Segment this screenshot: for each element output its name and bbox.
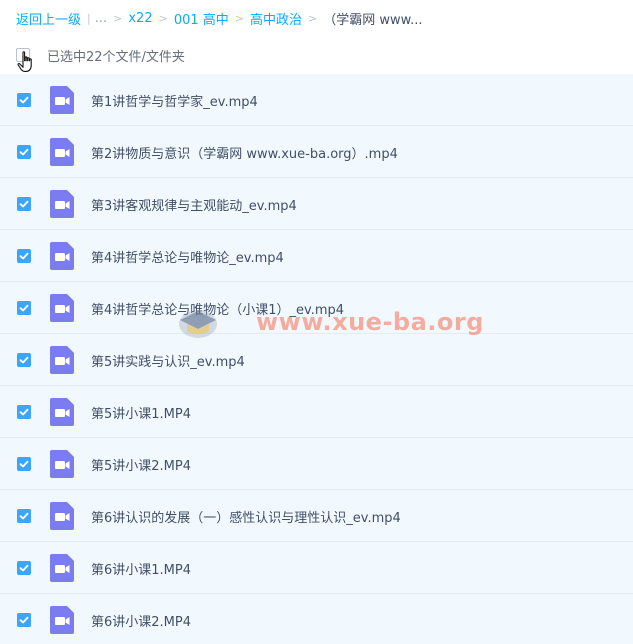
check-icon	[19, 408, 29, 416]
video-file-icon	[50, 346, 74, 374]
check-icon	[19, 356, 29, 364]
breadcrumb: 返回上一级 | ... > x22 > 001 高中 > 高中政治 > （学霸网…	[16, 8, 422, 28]
video-file-icon	[50, 86, 74, 114]
breadcrumb-separator-icon: >	[234, 11, 244, 25]
check-icon	[19, 460, 29, 468]
file-checkbox[interactable]	[17, 561, 31, 575]
breadcrumb-separator-icon: >	[308, 11, 318, 25]
breadcrumb-item-x22[interactable]: x22	[128, 11, 152, 26]
video-file-icon	[50, 606, 74, 634]
breadcrumb-current: （学霸网 www...	[323, 12, 423, 28]
file-name[interactable]: 第4讲哲学总论与唯物论_ev.mp4	[91, 247, 284, 266]
file-checkbox[interactable]	[17, 145, 31, 159]
video-file-icon	[50, 138, 74, 166]
file-name[interactable]: 第5讲小课2.MP4	[91, 455, 191, 474]
file-row[interactable]: 第3讲客观规律与主观能动_ev.mp4	[0, 178, 633, 230]
file-checkbox[interactable]	[17, 509, 31, 523]
check-icon	[19, 96, 29, 104]
breadcrumb-back-link[interactable]: 返回上一级	[16, 9, 81, 28]
file-row[interactable]: 第1讲哲学与哲学家_ev.mp4	[0, 74, 633, 126]
breadcrumb-separator-icon: >	[158, 11, 168, 25]
file-checkbox[interactable]	[17, 457, 31, 471]
video-file-icon	[50, 502, 74, 530]
file-name[interactable]: 第3讲客观规律与主观能动_ev.mp4	[91, 195, 297, 214]
file-name[interactable]: 第5讲实践与认识_ev.mp4	[91, 351, 245, 370]
video-file-icon	[50, 398, 74, 426]
check-icon	[19, 200, 29, 208]
selection-count-text: 已选中22个文件/文件夹	[47, 50, 185, 65]
file-name[interactable]: 第6讲认识的发展（一）感性认识与理性认识_ev.mp4	[91, 507, 401, 526]
breadcrumb-item-high-school[interactable]: 001 高中	[174, 9, 229, 28]
file-row[interactable]: 第2讲物质与意识（学霸网 www.xue-ba.org）.mp4	[0, 126, 633, 178]
video-file-icon	[50, 190, 74, 218]
video-file-icon	[50, 242, 74, 270]
breadcrumb-divider: |	[87, 11, 91, 25]
hand-pointer-icon	[17, 51, 32, 72]
file-checkbox[interactable]	[17, 93, 31, 107]
file-checkbox[interactable]	[17, 613, 31, 627]
file-name[interactable]: 第6讲小课1.MP4	[91, 559, 191, 578]
video-file-icon	[50, 554, 74, 582]
file-row[interactable]: 第4讲哲学总论与唯物论_ev.mp4	[0, 230, 633, 282]
check-icon	[19, 512, 29, 520]
breadcrumb-item-politics[interactable]: 高中政治	[250, 9, 302, 28]
video-file-icon	[50, 294, 74, 322]
breadcrumb-separator-icon: >	[113, 11, 123, 25]
file-checkbox[interactable]	[17, 197, 31, 211]
file-list: 第1讲哲学与哲学家_ev.mp4 第2讲物质与意识（学霸网 www.xue-ba…	[0, 74, 633, 644]
file-row[interactable]: 第6讲小课1.MP4	[0, 542, 633, 594]
file-checkbox[interactable]	[17, 249, 31, 263]
file-row[interactable]: 第5讲小课2.MP4	[0, 438, 633, 490]
video-file-icon	[50, 450, 74, 478]
file-row[interactable]: 第5讲实践与认识_ev.mp4	[0, 334, 633, 386]
breadcrumb-ellipsis[interactable]: ...	[95, 11, 107, 26]
check-icon	[19, 564, 29, 572]
file-row[interactable]: 第5讲小课1.MP4	[0, 386, 633, 438]
file-checkbox[interactable]	[17, 353, 31, 367]
check-icon	[19, 304, 29, 312]
file-name[interactable]: 第2讲物质与意识（学霸网 www.xue-ba.org）.mp4	[91, 143, 398, 162]
file-row[interactable]: 第6讲认识的发展（一）感性认识与理性认识_ev.mp4	[0, 490, 633, 542]
file-row[interactable]: 第4讲哲学总论与唯物论（小课1）_ev.mp4	[0, 282, 633, 334]
file-name[interactable]: 第5讲小课1.MP4	[91, 403, 191, 422]
file-checkbox[interactable]	[17, 405, 31, 419]
file-checkbox[interactable]	[17, 301, 31, 315]
selection-bar: 已选中22个文件/文件夹	[0, 40, 633, 70]
check-icon	[19, 148, 29, 156]
file-name[interactable]: 第6讲小课2.MP4	[91, 611, 191, 630]
file-name[interactable]: 第1讲哲学与哲学家_ev.mp4	[91, 91, 258, 110]
check-icon	[19, 252, 29, 260]
check-icon	[19, 616, 29, 624]
file-row[interactable]: 第6讲小课2.MP4	[0, 594, 633, 644]
file-name[interactable]: 第4讲哲学总论与唯物论（小课1）_ev.mp4	[91, 299, 344, 318]
